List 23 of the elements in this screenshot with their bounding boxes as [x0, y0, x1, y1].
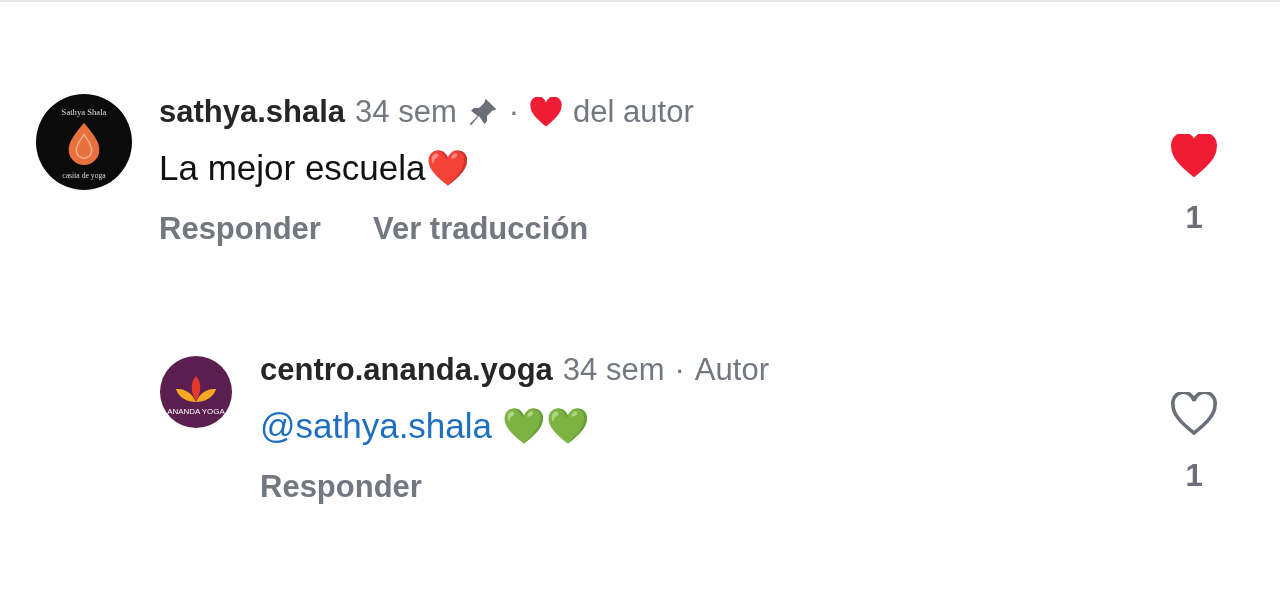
author-label: del autor: [573, 94, 694, 130]
author-label: Autor: [694, 352, 769, 388]
comment-time: 34 sem: [562, 352, 665, 388]
separator-dot: ·: [674, 352, 685, 388]
logo-text: casita de yoga: [62, 171, 106, 181]
emoji-text: 💚💚: [501, 406, 590, 445]
action-link[interactable]: Responder: [159, 211, 321, 247]
like-count: 1: [1185, 458, 1203, 494]
like-button[interactable]: [1170, 392, 1218, 436]
avatar[interactable]: ANANDA YOGA: [160, 356, 232, 428]
username[interactable]: sathya.shala: [159, 94, 346, 130]
comment-text: La mejor escuela❤: [159, 148, 471, 189]
like-button[interactable]: [1170, 134, 1218, 178]
separator-dot: ·: [508, 94, 520, 130]
action-link[interactable]: Responder: [260, 469, 422, 505]
action-link[interactable]: Ver traducción: [372, 211, 589, 247]
username[interactable]: centro.ananda.yoga: [260, 352, 553, 388]
mention-link[interactable]: @sathya.shala: [260, 406, 493, 445]
avatar[interactable]: Sathya Shala casita de yoga: [36, 94, 132, 190]
comment-time: 34 sem: [355, 94, 457, 130]
logo-text: ANANDA YOGA: [167, 406, 225, 416]
logo-text: Sathya Shala: [61, 107, 107, 118]
like-count: 1: [1185, 200, 1203, 236]
